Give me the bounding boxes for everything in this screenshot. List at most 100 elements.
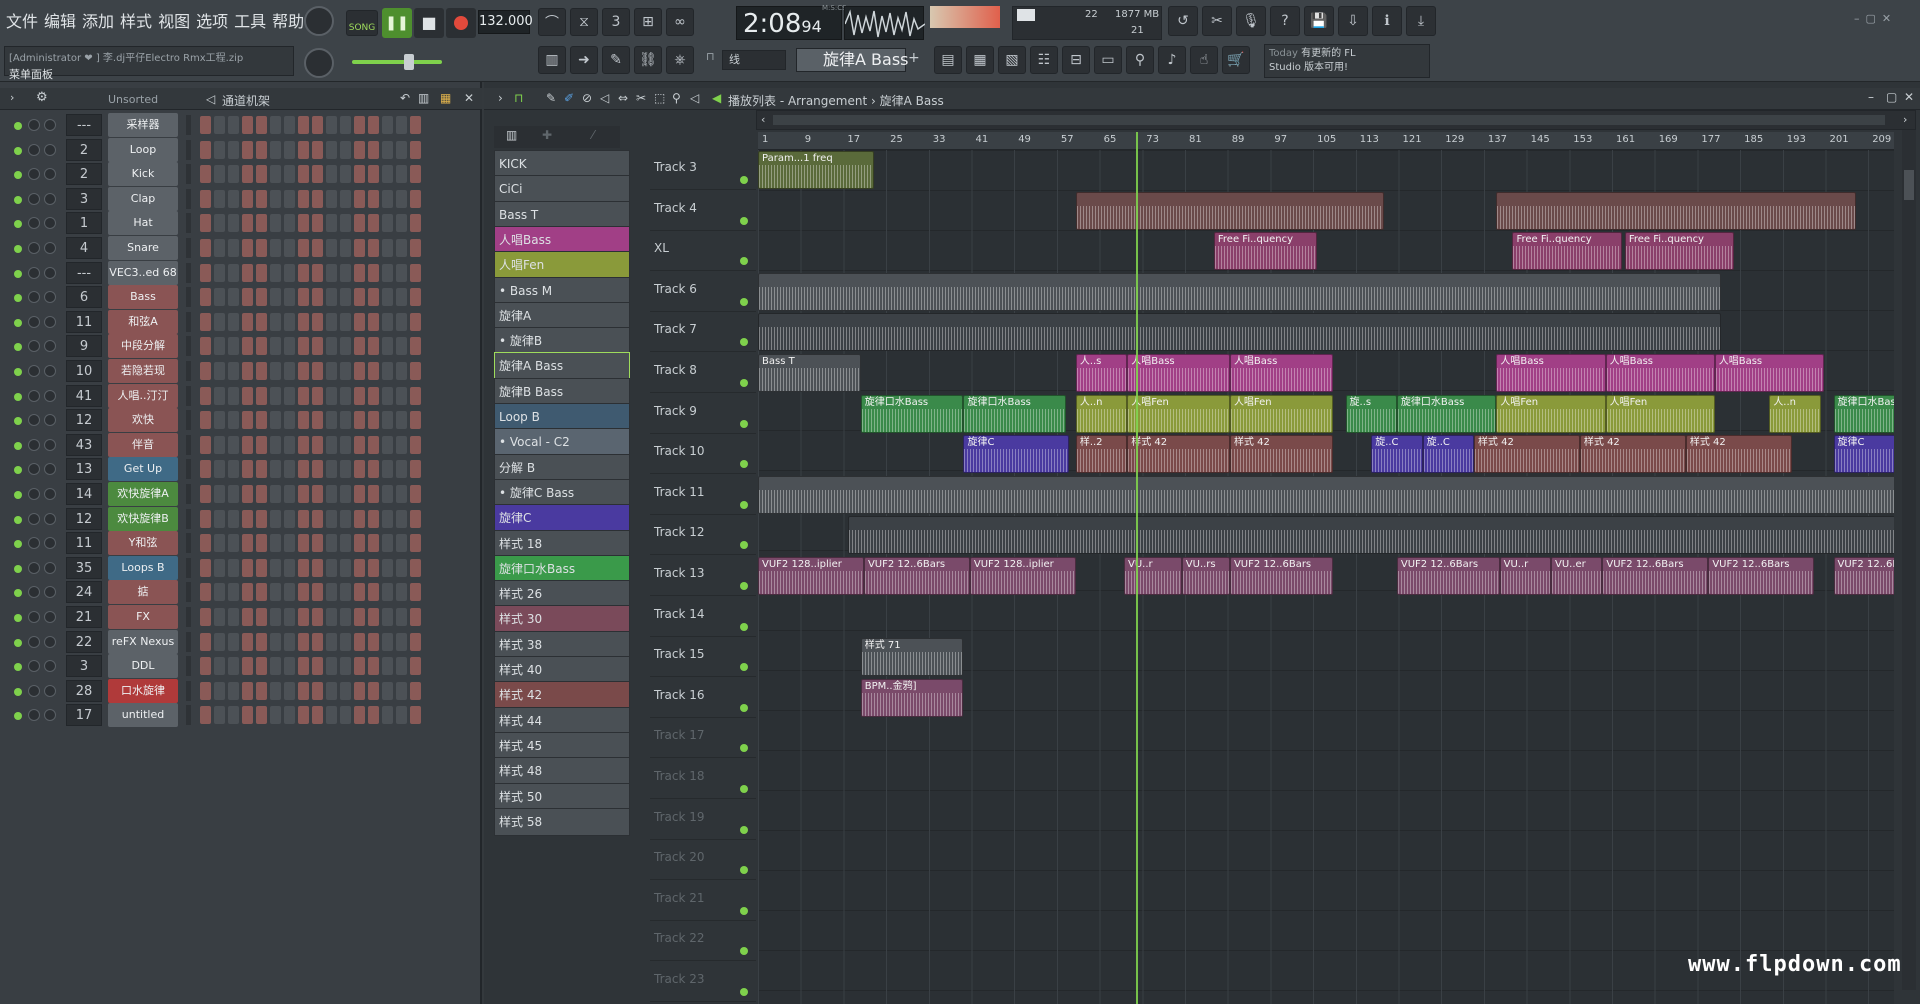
track-header[interactable]: Track 20: [650, 840, 756, 881]
step-button[interactable]: [354, 165, 365, 184]
step-button[interactable]: [228, 386, 239, 405]
snap-select[interactable]: 线: [722, 50, 786, 70]
playlist-clip[interactable]: 旋..C: [1371, 435, 1423, 474]
step-button[interactable]: [214, 239, 225, 257]
channel-mixer-track[interactable]: 13: [66, 458, 102, 481]
step-button[interactable]: [228, 214, 239, 233]
step-button[interactable]: [200, 288, 211, 307]
track-enable-led[interactable]: [740, 866, 748, 875]
channel-pan-knob[interactable]: [28, 586, 40, 599]
step-button[interactable]: [382, 263, 393, 282]
step-button[interactable]: [256, 435, 267, 454]
playlist-clip[interactable]: 人..n: [1769, 394, 1821, 433]
step-button[interactable]: [396, 288, 407, 307]
step-button[interactable]: [396, 681, 407, 700]
maximize-icon[interactable]: ▢: [1866, 12, 1876, 25]
step-button[interactable]: [200, 312, 211, 331]
step-button[interactable]: [242, 263, 253, 282]
step-button[interactable]: [312, 288, 323, 307]
pattern-item[interactable]: 样式 44: [494, 706, 630, 735]
step-button[interactable]: [270, 435, 281, 454]
channel-select[interactable]: [186, 508, 191, 529]
step-button[interactable]: [256, 583, 267, 602]
channel-mixer-track[interactable]: 2: [66, 163, 102, 186]
step-button[interactable]: [354, 583, 365, 602]
channel-name-button[interactable]: Snare: [108, 236, 178, 260]
playlist-clip[interactable]: VU..rs: [1181, 557, 1230, 595]
channel-volume-knob[interactable]: [44, 709, 56, 722]
channel-mixer-track[interactable]: 14: [66, 483, 102, 505]
channel-volume-knob[interactable]: [44, 586, 56, 599]
step-button[interactable]: [396, 362, 407, 380]
channel-volume-knob[interactable]: [44, 414, 56, 427]
step-button[interactable]: [368, 312, 379, 331]
step-button[interactable]: [340, 706, 351, 725]
pattern-item[interactable]: 样式 18: [494, 529, 630, 558]
track-enable-led[interactable]: [740, 703, 748, 712]
step-button[interactable]: [256, 485, 267, 503]
channel-select[interactable]: [186, 631, 191, 652]
step-button[interactable]: [326, 632, 337, 651]
step-button[interactable]: [368, 485, 379, 503]
playlist-clip[interactable]: [847, 516, 1894, 555]
step-button[interactable]: [410, 509, 421, 528]
pattern-item[interactable]: 样式 45: [494, 731, 630, 760]
step-button[interactable]: [382, 583, 393, 602]
channel-pan-knob[interactable]: [28, 315, 40, 328]
channel-name-button[interactable]: Kick: [108, 162, 178, 187]
step-button[interactable]: [298, 460, 309, 479]
step-button[interactable]: [228, 411, 239, 430]
step-button[interactable]: [298, 583, 309, 602]
step-button[interactable]: [312, 239, 323, 257]
channel-select[interactable]: [186, 680, 191, 701]
channel-mute-led[interactable]: [14, 687, 22, 696]
playlist-clip[interactable]: VUF2 12..6Bars: [1708, 557, 1815, 595]
channel-select[interactable]: [186, 582, 191, 603]
step-button[interactable]: [228, 657, 239, 676]
step-button[interactable]: [242, 608, 253, 626]
channel-name-button[interactable]: VEC3..ed 68: [108, 260, 178, 285]
playlist-clip[interactable]: VUF2 12..6Bars: [1602, 557, 1709, 595]
channel-select[interactable]: [186, 533, 191, 554]
channel-pan-knob[interactable]: [28, 242, 40, 254]
step-button[interactable]: [270, 116, 281, 134]
channel-mute-led[interactable]: [14, 392, 22, 401]
arrow-right-icon[interactable]: ›: [10, 91, 14, 104]
step-button[interactable]: [214, 608, 225, 626]
step-button[interactable]: [368, 558, 379, 577]
step-button[interactable]: [396, 189, 407, 208]
step-button[interactable]: [256, 337, 267, 356]
stop-button[interactable]: ■: [414, 8, 444, 38]
playback-icon[interactable]: ◁: [690, 91, 699, 105]
step-button[interactable]: [214, 583, 225, 602]
step-button[interactable]: [200, 337, 211, 356]
step-button[interactable]: [256, 534, 267, 553]
master-slider[interactable]: [352, 60, 442, 64]
step-button[interactable]: [340, 263, 351, 282]
step-button[interactable]: [382, 534, 393, 553]
step-button[interactable]: [312, 706, 323, 725]
track-enable-led[interactable]: [740, 216, 748, 225]
step-button[interactable]: [228, 509, 239, 528]
step-button[interactable]: [256, 288, 267, 307]
render-button[interactable]: ⇩: [1338, 6, 1368, 36]
playhead[interactable]: [1136, 132, 1138, 1004]
channel-mixer-track[interactable]: 12: [66, 409, 102, 432]
channel-name-button[interactable]: Clap: [108, 186, 178, 211]
step-button[interactable]: [242, 411, 253, 430]
channel-pan-knob[interactable]: [28, 119, 40, 131]
track-enable-led[interactable]: [740, 663, 748, 672]
step-button[interactable]: [396, 632, 407, 651]
step-button[interactable]: [340, 312, 351, 331]
step-button[interactable]: [214, 558, 225, 577]
step-button[interactable]: [256, 460, 267, 479]
track-enable-led[interactable]: [740, 297, 748, 306]
wait-button[interactable]: ⧖: [570, 8, 598, 36]
playlist-clip[interactable]: [758, 272, 1722, 311]
channel-select[interactable]: [186, 115, 191, 135]
step-button[interactable]: [200, 608, 211, 626]
track-enable-led[interactable]: [740, 582, 748, 590]
step-button[interactable]: [340, 485, 351, 503]
step-button[interactable]: [214, 485, 225, 503]
channel-mixer-track[interactable]: 6: [66, 286, 102, 309]
